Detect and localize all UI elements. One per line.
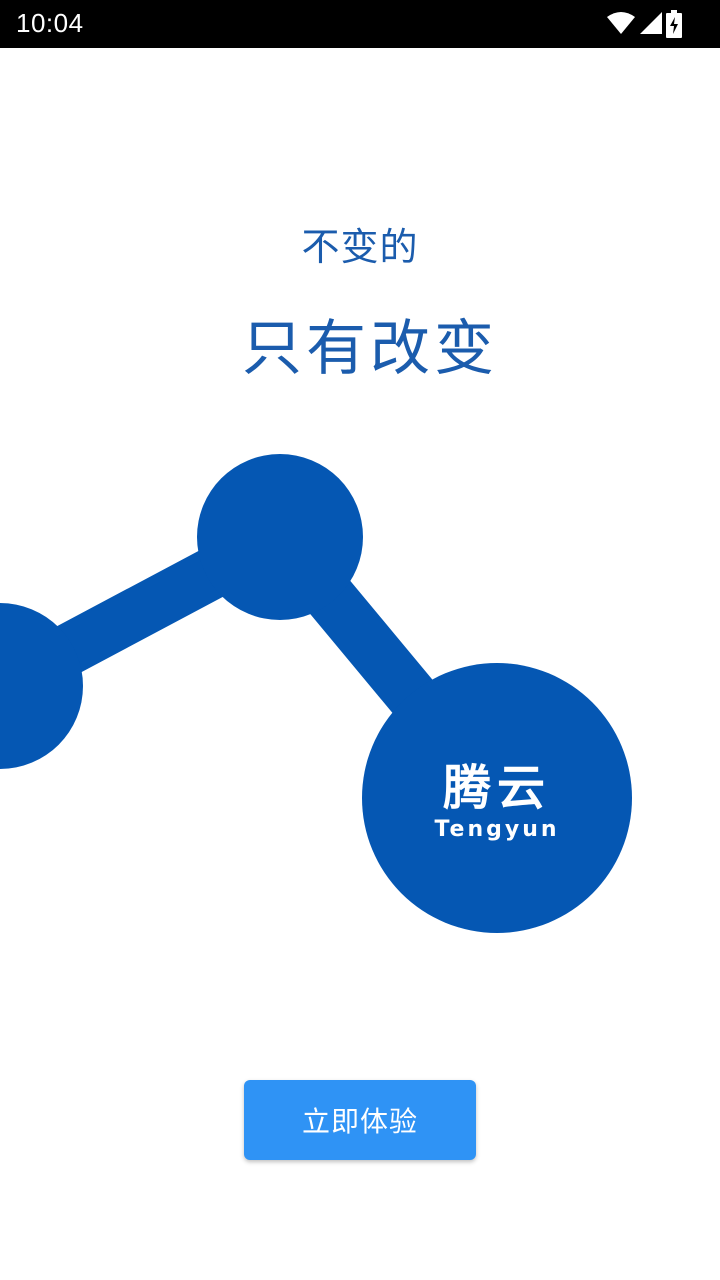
network-graphic <box>0 454 632 933</box>
start-experience-button[interactable]: 立即体验 <box>244 1080 476 1160</box>
battery-charging-icon <box>666 10 682 38</box>
node-top <box>197 454 363 620</box>
headline-title: 只有改变 <box>242 314 498 384</box>
signal-icon <box>640 12 662 34</box>
logo-chinese: 腾云 <box>442 760 551 816</box>
wifi-icon <box>607 12 635 34</box>
status-bar: 10:04 <box>0 0 720 48</box>
status-time: 10:04 <box>16 8 84 38</box>
headline-subtitle: 不变的 <box>301 225 419 269</box>
logo-english: Tengyun <box>434 817 560 842</box>
splash-screen: 10:04 不变的 只有改变 腾云 Tengyun 立即体验 <box>0 0 720 1280</box>
brand-logo: 腾云 Tengyun <box>362 760 632 844</box>
